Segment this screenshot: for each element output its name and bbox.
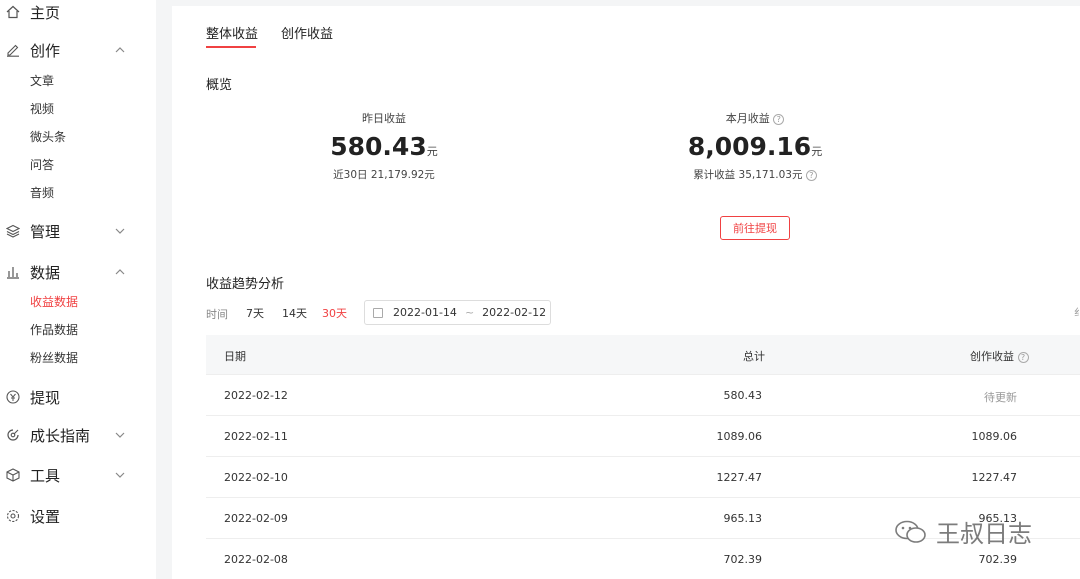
col-total: 总计 <box>743 350 765 363</box>
date-range-picker[interactable]: 2022-01-14 ~ 2022-02-12 <box>364 300 551 325</box>
trend-title: 收益趋势分析 <box>206 277 285 292</box>
cell-date: 2022-02-08 <box>224 553 288 566</box>
chevron-down-icon[interactable] <box>114 225 126 237</box>
table-row: 2022-02-11 1089.06 1089.06 <box>206 416 1080 457</box>
sidebar-item-works-data[interactable]: 作品数据 <box>30 319 78 339</box>
sidebar-item-audio[interactable]: 音频 <box>30 182 54 202</box>
sidebar-item-revenue-data[interactable]: 收益数据 <box>30 291 78 311</box>
cell-creation: 1089.06 <box>971 430 1018 443</box>
cell-date: 2022-02-09 <box>224 512 288 525</box>
col-creation: 创作收益 ? <box>970 348 1029 364</box>
gear-icon <box>5 508 21 524</box>
nav-manage-label: 管理 <box>30 222 61 241</box>
nav-growth-label: 成长指南 <box>30 426 91 445</box>
active-tab-indicator <box>206 46 256 48</box>
chevron-up-icon[interactable] <box>114 266 126 278</box>
nav-settings-label: 设置 <box>30 507 61 526</box>
help-icon[interactable]: ? <box>773 113 785 125</box>
nav-tools[interactable]: 工具 <box>0 460 156 490</box>
table-row: 2022-02-12 580.43 待更新 <box>206 375 1080 416</box>
chevron-down-icon[interactable] <box>114 469 126 481</box>
month-unit: 元 <box>811 145 823 158</box>
growth-icon <box>5 427 21 443</box>
help-icon[interactable]: ? <box>805 169 817 181</box>
box-icon <box>5 467 21 483</box>
sidebar-item-micro-post[interactable]: 微头条 <box>30 126 66 146</box>
layers-icon <box>5 223 21 239</box>
nav-settings[interactable]: 设置 <box>0 501 156 531</box>
wechat-icon <box>894 520 928 544</box>
yen-coin-icon <box>5 389 21 405</box>
cell-total: 702.39 <box>723 553 763 566</box>
tab-overall-revenue[interactable]: 整体收益 <box>206 23 258 42</box>
watermark-text: 王叔日志 <box>936 520 1032 548</box>
date-start: 2022-01-14 <box>393 306 457 319</box>
chevron-down-icon[interactable] <box>114 429 126 441</box>
col-creation-label: 创作收益 <box>970 350 1014 363</box>
date-separator: ~ <box>464 306 475 319</box>
cell-creation: 1227.47 <box>971 471 1018 484</box>
cell-total: 965.13 <box>723 512 763 525</box>
clipped-text: 纟 <box>1074 308 1080 319</box>
sidebar-item-fans-data[interactable]: 粉丝数据 <box>30 347 78 367</box>
table-row: 2022-02-10 1227.47 1227.47 <box>206 457 1080 498</box>
cumulative-value: 累计收益 35,171.03元 <box>693 169 803 181</box>
nav-withdraw-label: 提现 <box>30 388 61 407</box>
cell-total: 580.43 <box>723 389 763 402</box>
withdraw-button[interactable]: 前往提现 <box>720 216 790 240</box>
nav-home[interactable]: 主页 <box>0 0 156 27</box>
stat-month: 本月收益 ? 8,009.16元 累计收益 35,171.03元 ? <box>660 110 850 182</box>
overview-title: 概览 <box>206 78 233 93</box>
month-value: 8,009.16 <box>687 132 812 161</box>
nav-data-label: 数据 <box>30 263 61 282</box>
range-7d[interactable]: 7天 <box>246 305 264 321</box>
watermark: 王叔日志 <box>894 514 1032 549</box>
chevron-up-icon[interactable] <box>114 44 126 56</box>
nav-tools-label: 工具 <box>30 466 61 485</box>
sidebar-item-video[interactable]: 视频 <box>30 98 54 118</box>
col-date: 日期 <box>224 350 246 363</box>
tab-creation-revenue[interactable]: 创作收益 <box>281 23 333 42</box>
range-14d[interactable]: 14天 <box>282 305 307 321</box>
nav-growth[interactable]: 成长指南 <box>0 420 156 450</box>
cell-total: 1089.06 <box>716 430 763 443</box>
calendar-icon <box>373 307 383 318</box>
nav-withdraw[interactable]: 提现 <box>0 382 156 412</box>
cell-creation: 702.39 <box>978 553 1018 566</box>
sidebar-item-article[interactable]: 文章 <box>30 70 54 90</box>
nav-data[interactable]: 数据 <box>0 257 156 287</box>
last30-value: 近30日 21,179.92元 <box>333 169 435 181</box>
main-panel: 整体收益 创作收益 概览 昨日收益 580.43元 近30日 21,179.92… <box>172 6 1080 579</box>
cell-date: 2022-02-11 <box>224 430 288 443</box>
month-label: 本月收益 <box>725 112 770 125</box>
nav-create-label: 创作 <box>30 41 61 60</box>
yesterday-label: 昨日收益 <box>362 112 406 125</box>
stat-yesterday: 昨日收益 580.43元 近30日 21,179.92元 <box>294 110 474 182</box>
cell-total: 1227.47 <box>716 471 763 484</box>
nav-create[interactable]: 创作 <box>0 35 156 65</box>
time-label: 时间 <box>206 308 228 321</box>
sidebar-item-qa[interactable]: 问答 <box>30 154 54 174</box>
range-30d[interactable]: 30天 <box>322 305 347 321</box>
cell-creation: 待更新 <box>984 391 1017 404</box>
pen-icon <box>5 42 21 58</box>
cell-date: 2022-02-12 <box>224 389 288 402</box>
nav-home-label: 主页 <box>30 3 61 22</box>
date-end: 2022-02-12 <box>482 306 547 319</box>
bar-chart-icon <box>5 264 21 280</box>
nav-manage[interactable]: 管理 <box>0 216 156 246</box>
table-header: 日期 总计 创作收益 ? <box>206 335 1080 375</box>
cell-date: 2022-02-10 <box>224 471 288 484</box>
help-icon[interactable]: ? <box>1017 351 1029 363</box>
home-icon <box>5 4 21 20</box>
sidebar: 主页 创作 文章 视频 微头条 问答 音频 管理 数据 收益数据 作品数据 粉丝… <box>0 0 156 579</box>
yesterday-value: 580.43 <box>330 132 427 161</box>
yesterday-unit: 元 <box>426 145 438 158</box>
